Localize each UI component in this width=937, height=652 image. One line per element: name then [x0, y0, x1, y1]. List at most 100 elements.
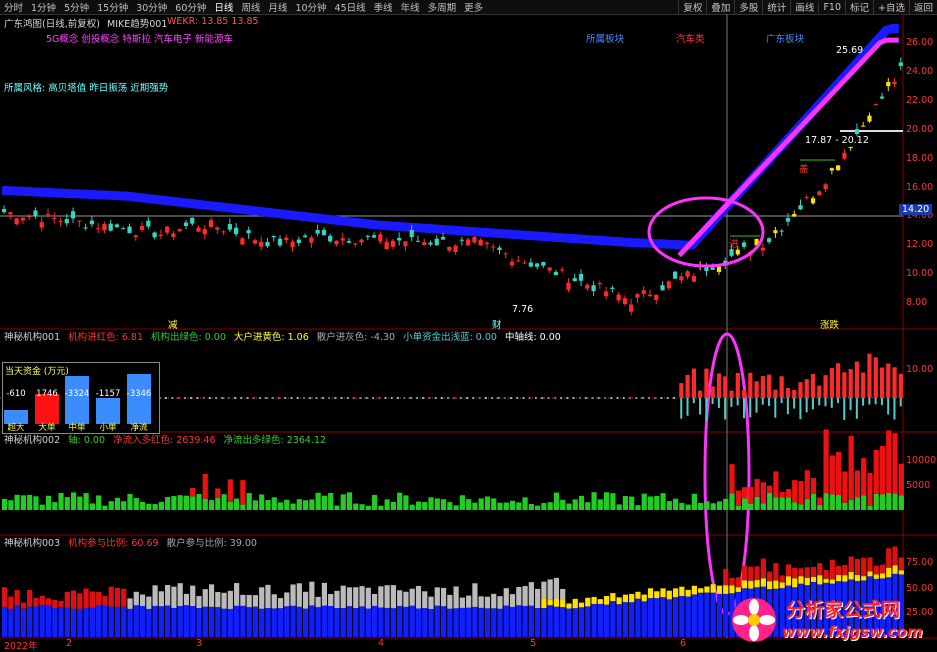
- panel2-bar: [177, 397, 180, 399]
- panel4-bar: [415, 608, 422, 637]
- period-tab[interactable]: 周线: [237, 0, 264, 14]
- high-label: 25.69: [836, 45, 864, 56]
- panel3-bar: [892, 493, 898, 510]
- panel3-bar: [679, 502, 685, 510]
- toolbar-button[interactable]: 画线: [790, 0, 818, 14]
- panel2-bar: [528, 397, 531, 399]
- period-tab[interactable]: 30分钟: [132, 0, 171, 14]
- panel4-bar: [660, 588, 666, 598]
- toolbar-button[interactable]: 复权: [678, 0, 706, 14]
- panel4-bar: [208, 584, 215, 607]
- toolbar-button[interactable]: 叠加: [706, 0, 734, 14]
- toolbar-button[interactable]: 返回: [908, 0, 937, 14]
- date-tick: 5: [530, 638, 537, 649]
- panel3-bar: [234, 498, 240, 510]
- candle-body: [434, 238, 439, 246]
- watermark: 分析家公式网 www.fxjgsw.com: [730, 594, 930, 646]
- period-tab[interactable]: 更多: [460, 0, 487, 14]
- daily-cash-flow-box: 当天资金 (万元) -610 超大 1746 大单 -3324 中单 -1157 小单 -334…: [2, 362, 160, 434]
- candle-body: [729, 249, 734, 256]
- candle-body: [660, 285, 665, 291]
- panel4-bar: [641, 594, 647, 602]
- panel4-bar: [572, 608, 578, 637]
- panel2-bar: [893, 398, 896, 420]
- period-tab[interactable]: 5分钟: [60, 0, 93, 14]
- panel4-bar: [472, 606, 478, 637]
- period-tab[interactable]: 日线: [210, 0, 237, 14]
- panel4-bar: [654, 591, 660, 599]
- panel4-bar: [58, 606, 64, 637]
- panel4-bar: [165, 605, 171, 637]
- period-tab[interactable]: 10分钟: [291, 0, 330, 14]
- candle-body: [102, 223, 107, 231]
- panel2-bar: [672, 397, 675, 399]
- panel4-bar: [459, 597, 465, 608]
- period-tab[interactable]: 1分钟: [27, 0, 60, 14]
- panel3-bar: [535, 505, 541, 510]
- period-tab[interactable]: 季线: [370, 0, 397, 14]
- period-tab[interactable]: 多周期: [424, 0, 461, 14]
- period-tab[interactable]: 月线: [264, 0, 291, 14]
- panel4-bar: [660, 597, 666, 637]
- panel2-bar: [880, 398, 883, 406]
- toolbar-button[interactable]: F10: [818, 1, 845, 13]
- toolbar-button[interactable]: 标记: [845, 0, 873, 14]
- panel3-bar: [767, 485, 773, 493]
- panel2-bar: [792, 390, 797, 398]
- panel4-bar: [679, 586, 685, 597]
- panel4-bar: [246, 607, 252, 637]
- panel3-bar: [804, 499, 810, 510]
- panel3-bar: [810, 493, 817, 510]
- candle-body: [422, 242, 427, 245]
- panel4-bar: [566, 608, 572, 637]
- candle-body: [685, 271, 690, 277]
- panel4-bar: [447, 594, 453, 609]
- panel4-bar: [591, 596, 597, 604]
- panel3-bar: [509, 500, 516, 510]
- toolbar-button[interactable]: 多股: [734, 0, 762, 14]
- candle-body: [760, 247, 765, 251]
- price-tick: 22.00: [906, 94, 934, 106]
- candle-body: [647, 294, 653, 297]
- candle-body: [767, 238, 772, 243]
- panel2-bar: [767, 374, 772, 398]
- period-tab[interactable]: 60分钟: [171, 0, 210, 14]
- panel4-bar: [196, 596, 202, 609]
- panel4-bar: [578, 602, 585, 608]
- toolbar-button[interactable]: +自选: [873, 0, 909, 14]
- period-tab[interactable]: 分时: [0, 0, 27, 14]
- style-tags: 所属风格: 高贝塔值 昨日振荡 近期强势: [4, 83, 169, 94]
- candle-body: [227, 224, 232, 230]
- panel4-bar: [547, 599, 553, 606]
- panel3-bar: [252, 500, 259, 510]
- panel4-bar: [108, 586, 114, 607]
- panel4-bar: [698, 592, 704, 637]
- period-tab[interactable]: 45日线: [331, 0, 370, 14]
- panel3-bar: [823, 493, 829, 510]
- panel2-bar: [165, 397, 168, 399]
- candle-body: [290, 241, 295, 248]
- panel2-bar: [735, 373, 740, 398]
- panel4-bar: [290, 584, 296, 606]
- panel4-bar: [553, 577, 560, 599]
- period-tab[interactable]: 年线: [397, 0, 424, 14]
- indicator-name[interactable]: MIKE趋势001: [107, 16, 167, 30]
- panel2-bar: [874, 398, 877, 405]
- candle-body: [277, 238, 283, 246]
- panel3-bar: [842, 502, 848, 510]
- header-item: 神秘机构002: [4, 435, 61, 446]
- period-toolbar: 分时 1分钟 5分钟 15分钟 30分钟 60分钟 日线 周线 月线 10分钟 45日线 季线 年线 多周…: [0, 0, 937, 15]
- panel4-bar: [785, 576, 792, 586]
- panel4-bar: [604, 595, 610, 605]
- panel3-bar: [553, 492, 560, 510]
- date-tick: 3: [196, 638, 203, 649]
- sub-axis-tick: 50.00: [906, 583, 934, 594]
- period-tab[interactable]: 15分钟: [93, 0, 132, 14]
- panel4-bar: [334, 590, 340, 609]
- panel4-bar: [729, 577, 735, 586]
- price-tick: 18.00: [906, 152, 934, 164]
- toolbar-button[interactable]: 统计: [762, 0, 790, 14]
- panel4-bar: [284, 592, 290, 607]
- panel4-bar: [873, 565, 879, 575]
- candle-body: [33, 210, 38, 217]
